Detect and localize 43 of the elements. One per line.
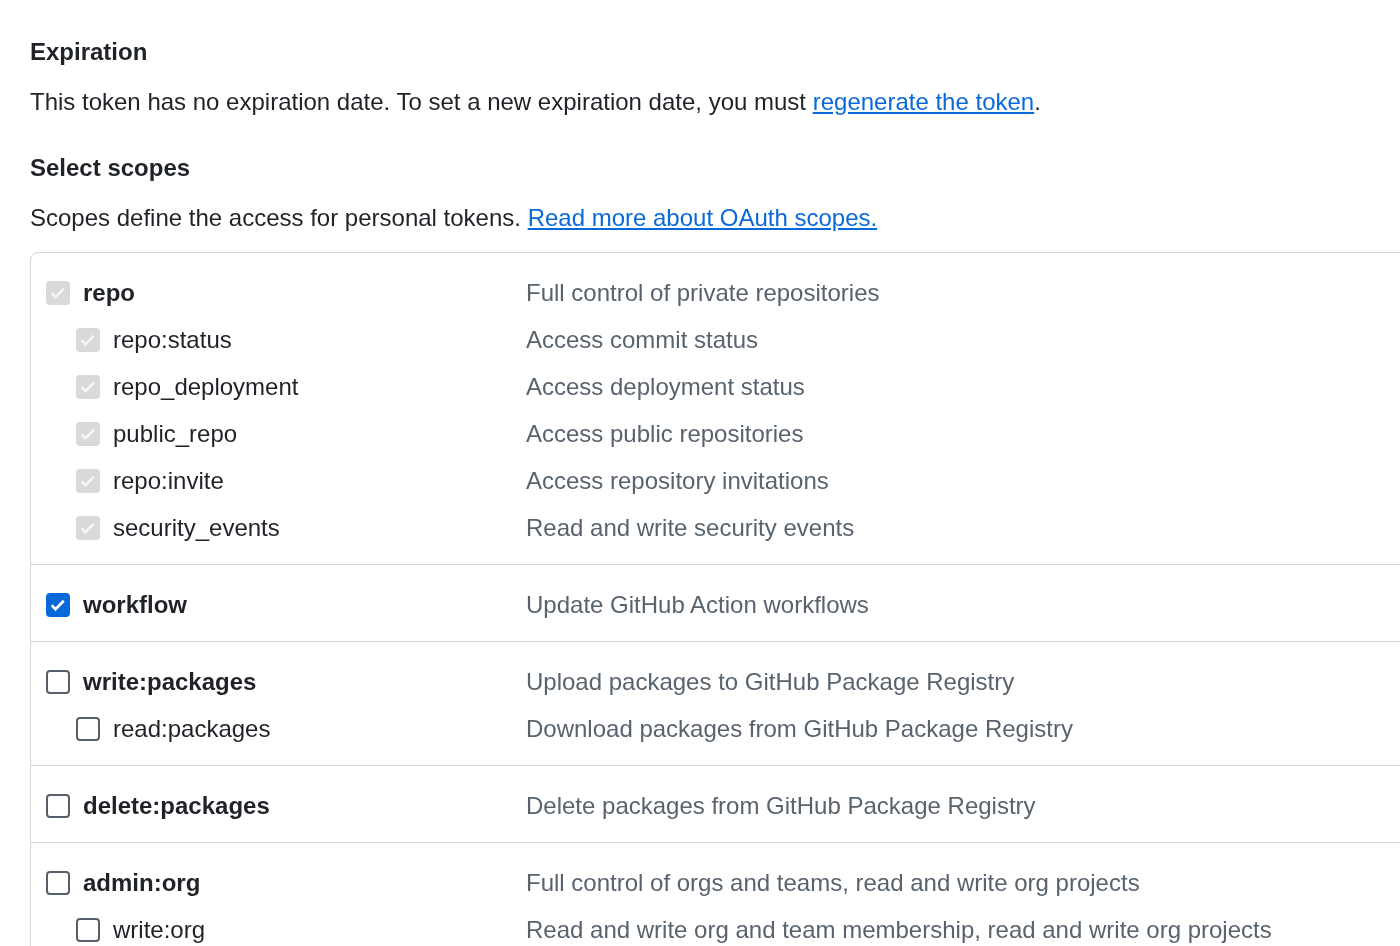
- scope-description: Delete packages from GitHub Package Registry: [526, 791, 1036, 820]
- check-icon: [51, 598, 65, 611]
- check-icon: [81, 521, 95, 534]
- scope-description: Access public repositories: [526, 419, 804, 448]
- expiration-text: This token has no expiration date. To set a new expiration date, you must regenerate the token.: [30, 87, 1042, 117]
- scope-name: admin:org: [83, 868, 202, 897]
- scope-description: Access deployment status: [526, 372, 805, 401]
- scope-description: Access repository invitations: [526, 466, 829, 495]
- scope-description: Read and write security events: [526, 513, 855, 542]
- check-icon: [51, 286, 65, 299]
- scope-description: Full control of private repositories: [526, 278, 880, 307]
- scopes-text: Scopes define the access for personal tokens. Read more about OAuth scopes.: [30, 203, 879, 233]
- checkbox[interactable]: [46, 793, 70, 818]
- oauth-scopes-link[interactable]: Read more about OAuth scopes.: [527, 204, 878, 231]
- scope-description: Upload packages to GitHub Package Registry: [526, 667, 1015, 696]
- regenerate-link[interactable]: regenerate the token: [812, 88, 1035, 115]
- section-heading: Expiration: [30, 37, 149, 67]
- scope-name: repo:status: [113, 325, 233, 354]
- checkbox[interactable]: [76, 917, 100, 942]
- check-icon: [81, 474, 95, 487]
- checkbox[interactable]: [46, 870, 70, 895]
- checkbox[interactable]: [46, 669, 70, 694]
- scope-name: security_events: [113, 513, 281, 542]
- scope-description: Download packages from GitHub Package Registry: [526, 714, 1073, 743]
- scope-name: repo_deployment: [113, 372, 300, 401]
- scope-name: repo:invite: [113, 466, 225, 495]
- scope-name: public_repo: [113, 419, 239, 448]
- scope-name: workflow: [83, 590, 188, 619]
- scope-name: write:org: [113, 915, 207, 944]
- check-icon: [81, 427, 95, 440]
- check-icon: [81, 380, 95, 393]
- scope-name: repo: [83, 278, 136, 307]
- check-icon: [81, 333, 95, 346]
- scope-description: Update GitHub Action workflows: [526, 590, 869, 619]
- scope-name: read:packages: [113, 714, 272, 743]
- scope-description: Read and write org and team membership, read and write org projects: [526, 915, 1272, 944]
- checkbox[interactable]: [76, 716, 100, 741]
- scope-description: Access commit status: [526, 325, 759, 354]
- checkbox[interactable]: [46, 592, 70, 617]
- section-heading: Select scopes: [30, 153, 192, 183]
- scope-name: write:packages: [83, 667, 258, 696]
- scope-name: delete:packages: [83, 791, 271, 820]
- scope-description: Full control of orgs and teams, read and write org projects: [526, 868, 1140, 897]
